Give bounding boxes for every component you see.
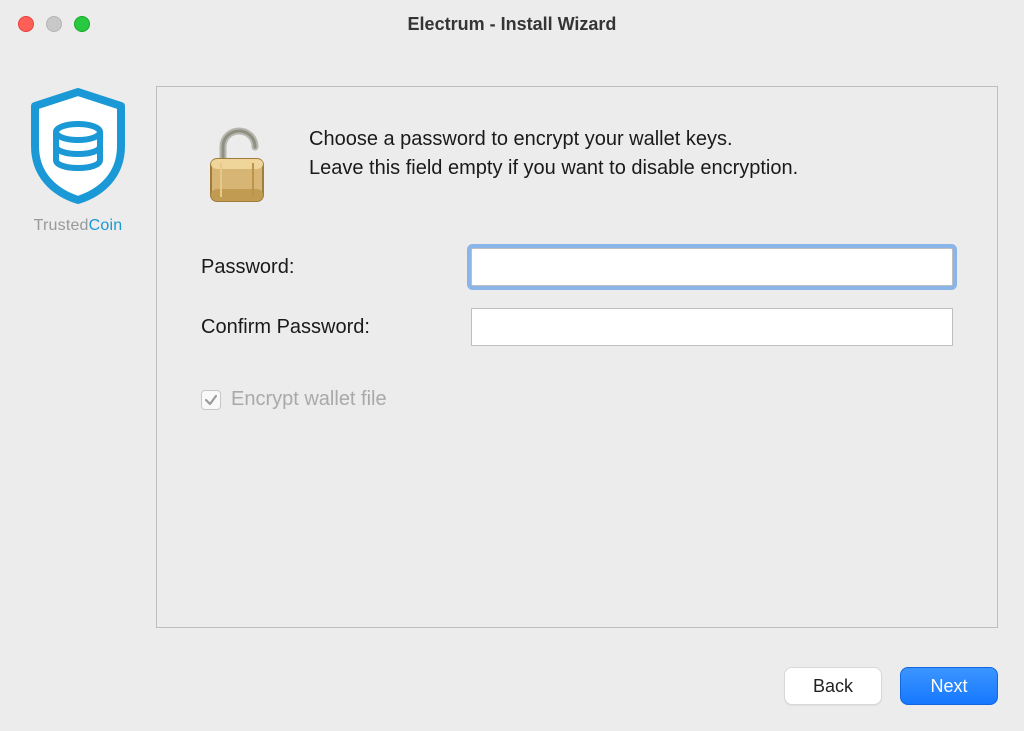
window-controls bbox=[0, 16, 90, 32]
confirm-password-input[interactable] bbox=[471, 308, 953, 346]
intro-line-1: Choose a password to encrypt your wallet… bbox=[309, 125, 798, 154]
shield-icon bbox=[23, 86, 133, 206]
password-label: Password: bbox=[201, 256, 471, 279]
logo-caption-coin: Coin bbox=[89, 217, 123, 234]
maximize-window-button[interactable] bbox=[74, 16, 90, 32]
back-button[interactable]: Back bbox=[784, 667, 882, 705]
next-button[interactable]: Next bbox=[900, 667, 998, 705]
password-form: Password: Confirm Password: Encrypt wall… bbox=[201, 248, 953, 411]
intro-line-2: Leave this field empty if you want to di… bbox=[309, 154, 798, 183]
logo-caption-trusted: Trusted bbox=[34, 217, 89, 234]
encrypt-wallet-checkbox[interactable] bbox=[201, 390, 221, 410]
wizard-panel: Choose a password to encrypt your wallet… bbox=[156, 86, 998, 628]
footer-buttons: Back Next bbox=[784, 667, 998, 705]
password-input[interactable] bbox=[471, 248, 953, 286]
password-row: Password: bbox=[201, 248, 953, 286]
intro-text: Choose a password to encrypt your wallet… bbox=[309, 125, 798, 183]
minimize-window-button[interactable] bbox=[46, 16, 62, 32]
content-area: TrustedCoin Choose a p bbox=[0, 48, 1024, 628]
sidebar-logo-caption: TrustedCoin bbox=[18, 217, 138, 235]
encrypt-checkbox-row: Encrypt wallet file bbox=[201, 388, 953, 411]
confirm-password-row: Confirm Password: bbox=[201, 308, 953, 346]
checkmark-icon bbox=[204, 393, 218, 407]
lock-icon-wrap bbox=[201, 125, 279, 210]
close-window-button[interactable] bbox=[18, 16, 34, 32]
encrypt-wallet-label: Encrypt wallet file bbox=[231, 388, 387, 411]
titlebar: Electrum - Install Wizard bbox=[0, 0, 1024, 48]
lock-icon bbox=[201, 127, 273, 205]
intro-row: Choose a password to encrypt your wallet… bbox=[201, 125, 953, 210]
confirm-password-label: Confirm Password: bbox=[201, 316, 471, 339]
sidebar-logo-block: TrustedCoin bbox=[18, 86, 138, 628]
window-title: Electrum - Install Wizard bbox=[0, 14, 1024, 35]
